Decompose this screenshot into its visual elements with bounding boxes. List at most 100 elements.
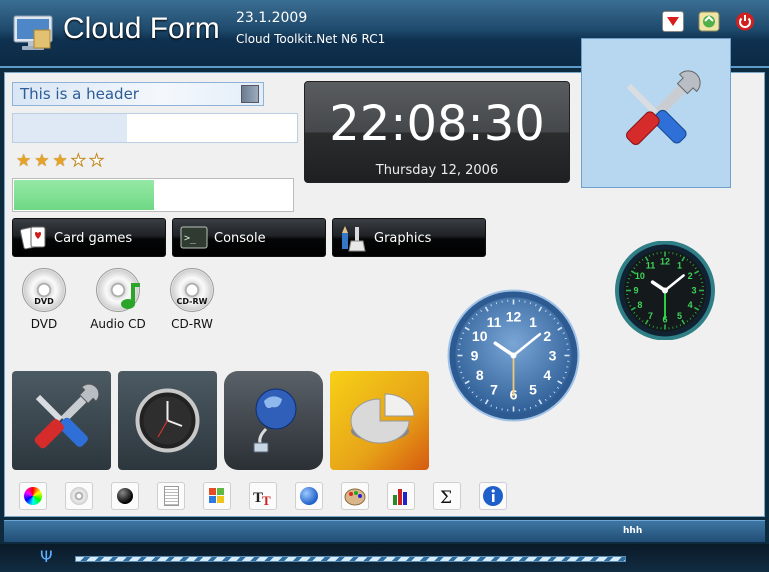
music-note-icon [121,283,140,309]
clock-numeral: 9 [633,286,638,296]
svg-text:T: T [262,493,271,508]
sync-icon [698,11,720,32]
dvd-item[interactable]: DVD DVD [16,268,72,331]
windows-button[interactable] [203,482,231,510]
green-progress-fill [14,180,154,210]
paint-icon [342,226,366,252]
clock-numeral: 10 [635,271,645,281]
chart-tile[interactable] [330,371,429,470]
clock-numeral: 5 [677,311,682,321]
clock-numeral: 8 [476,367,484,383]
black-ball-icon [117,488,133,504]
progress-fill [13,114,127,142]
terminal-icon: >_ [180,226,208,249]
card-games-label: Card games [54,231,133,246]
audio-cd-label: Audio CD [90,317,146,331]
star-icon[interactable]: ★ [88,152,104,171]
clock-numeral: 1 [677,261,682,271]
monitor-app-icon [13,15,53,50]
digital-clock: 22:08:30 Thursday 12, 2006 [304,81,570,183]
palette-button[interactable] [341,482,369,510]
status-bar: hhh [4,520,765,542]
cards-icon [19,226,46,250]
dvd-icon: DVD [22,268,66,312]
clock-numeral: 5 [529,381,537,397]
selected-tools-tile[interactable] [581,38,731,188]
document-icon [164,486,179,506]
clock-numeral: 3 [549,348,557,364]
audio-cd-item[interactable]: Audio CD [90,268,146,331]
clock-numeral: 7 [490,381,498,397]
power-icon [736,12,754,31]
star-rating[interactable]: ★ ★ ★ ★ ★ [16,152,105,171]
header-text: This is a header [20,85,139,103]
network-globe-icon [253,388,297,453]
tools-tile[interactable] [12,371,111,470]
black-ball-button[interactable] [111,482,139,510]
console-button[interactable]: >_ Console [172,218,326,257]
window-title: Cloud Form [63,12,220,45]
clock-numeral: 8 [637,300,642,310]
bar-chart-button[interactable] [387,482,415,510]
star-icon[interactable]: ★ [34,152,49,170]
dvd-label: DVD [30,317,58,331]
svg-text:>_: >_ [184,233,197,244]
clock-numeral: 10 [472,328,488,344]
clock-numeral: 2 [543,328,551,344]
status-text: hhh [623,526,643,536]
clock-numeral: 11 [487,314,502,330]
psi-glyph-icon[interactable]: Ψ [40,547,53,566]
dark-analog-clock: 12 1234567891011 [615,241,715,340]
clock-tile[interactable] [118,371,217,470]
star-icon[interactable]: ★ [53,152,68,170]
tools-icon [34,383,100,449]
palette-icon [344,488,366,506]
taskbar-progress [75,556,626,562]
clock-numeral: 2 [688,271,693,281]
fonts-button[interactable]: TT [249,482,277,510]
header-box: This is a header [12,82,264,106]
power-button[interactable] [734,11,756,32]
info-button[interactable] [479,482,507,510]
document-button[interactable] [157,482,185,510]
taskbar: Ψ [0,544,769,572]
green-progress-bar [12,178,294,212]
svg-text:Σ: Σ [440,488,452,508]
graphics-button[interactable]: Graphics [332,218,486,257]
clock-center-pin [662,287,668,294]
star-icon[interactable]: ★ [70,152,86,171]
progress-bar [12,113,298,143]
sigma-button[interactable]: Σ [433,482,461,510]
windows-flag-icon [209,488,224,503]
audio-cd-icon [96,268,140,312]
cd-button[interactable] [65,482,93,510]
color-wheel-icon [24,487,42,505]
blue-analog-clock: 121234567891011 [447,289,580,422]
clock-icon [135,388,200,453]
clock-numeral: 4 [543,367,551,383]
cdrw-icon: CD-RW [170,268,214,312]
clock-numeral: 3 [691,286,696,296]
triangle-down-icon [667,17,679,26]
card-games-button[interactable]: Card games [12,218,166,257]
clock-numeral: 11 [646,261,656,271]
digital-clock-date: Thursday 12, 2006 [375,163,499,178]
graphics-label: Graphics [374,231,432,246]
clock-numeral: 4 [688,300,693,310]
star-icon[interactable]: ★ [16,152,31,170]
tools-icon [626,70,701,145]
window-subtitle: Cloud Toolkit.Net N6 RC1 [236,32,386,46]
fonts-icon: TT [253,490,271,508]
book-icon [241,85,259,103]
bar-chart-icon [393,489,407,505]
info-icon [483,486,503,506]
cdrw-item[interactable]: CD-RW CD-RW [164,268,220,331]
dropdown-button[interactable] [662,11,684,32]
refresh-button[interactable] [698,11,720,32]
clock-center-pin [510,352,517,359]
globe-button[interactable] [295,482,323,510]
network-tile[interactable] [224,371,323,470]
color-wheel-button[interactable] [19,482,47,510]
globe-icon [300,487,318,505]
clock-numeral: 1 [529,314,537,330]
